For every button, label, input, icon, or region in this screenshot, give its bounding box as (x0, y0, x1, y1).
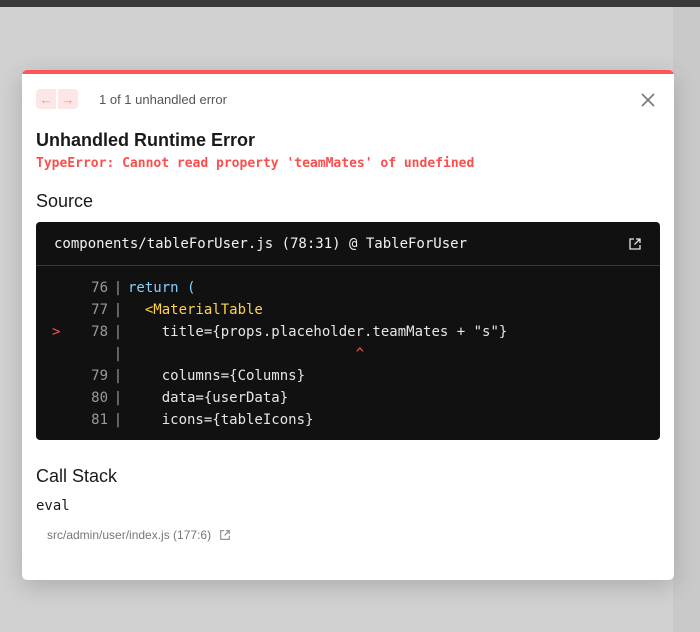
error-overlay-dialog: ← → 1 of 1 unhandled error Unhandled Run… (22, 70, 674, 580)
code-line: 79 | columns={Columns} (36, 365, 660, 387)
source-file-header[interactable]: components/tableForUser.js (78:31) @ Tab… (36, 222, 660, 266)
next-error-button[interactable]: → (58, 89, 78, 109)
backdrop-edge (673, 7, 700, 632)
code-line-highlighted: > 78 | title={props.placeholder.teamMate… (36, 321, 660, 343)
error-pagination: ← → (36, 89, 78, 109)
error-message: TypeError: Cannot read property 'teamMat… (36, 156, 475, 171)
call-stack-heading: Call Stack (36, 466, 118, 486)
previous-error-button[interactable]: ← (36, 89, 56, 109)
window-top-bar (0, 0, 700, 7)
code-line: 80 | data={userData} (36, 387, 660, 409)
line-number: 80 (91, 390, 108, 406)
call-stack-function: eval (36, 498, 70, 514)
code-line: 76 | return ( (36, 277, 660, 299)
line-number: 79 (91, 368, 108, 384)
code-text: return ( (128, 280, 196, 296)
code-text: icons={tableIcons} (161, 412, 314, 428)
code-line: 81 | icons={tableIcons} (36, 409, 660, 431)
arrow-right-icon: → (61, 91, 75, 107)
call-stack-file-path: src/admin/user/index.js (177:6) (47, 528, 212, 542)
source-file-path: components/tableForUser.js (78:31) @ Tab… (54, 235, 468, 252)
external-link-icon[interactable] (628, 237, 642, 251)
line-number: 81 (91, 412, 108, 428)
line-number: 76 (91, 280, 108, 296)
dialog-accent-bar (22, 70, 674, 74)
code-line-caret: | ^ (36, 343, 660, 365)
line-number: 78 (91, 324, 108, 340)
close-icon (641, 93, 655, 107)
error-count-label: 1 of 1 unhandled error (99, 92, 227, 107)
error-line-marker: > (52, 324, 61, 340)
call-stack-frame-link[interactable]: src/admin/user/index.js (177:6) (47, 528, 231, 542)
code-lines: 76 | return ( 77 | <MaterialTable > 78 |… (36, 266, 660, 431)
code-text: data={userData} (161, 390, 289, 406)
source-heading: Source (36, 191, 94, 211)
code-line: 77 | <MaterialTable (36, 299, 660, 321)
error-title: Unhandled Runtime Error (36, 130, 256, 150)
error-caret: ^ (355, 346, 365, 362)
arrow-left-icon: ← (39, 91, 53, 107)
code-text: <MaterialTable (144, 302, 263, 318)
external-link-icon[interactable] (219, 529, 231, 541)
line-number: 77 (91, 302, 108, 318)
code-text: columns={Columns} (161, 368, 306, 384)
code-text: title={props.placeholder.teamMates + "s"… (161, 324, 508, 340)
close-button[interactable] (638, 90, 658, 110)
source-code-frame: components/tableForUser.js (78:31) @ Tab… (36, 222, 660, 440)
